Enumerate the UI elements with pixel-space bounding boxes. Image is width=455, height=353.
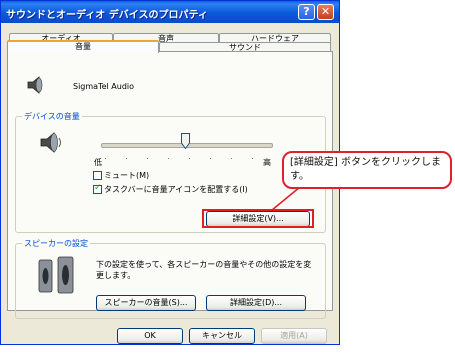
tab-volume[interactable]: 音量 [7,40,159,53]
instruction-callout: [詳細設定] ボタンをクリックします。 [282,151,452,189]
